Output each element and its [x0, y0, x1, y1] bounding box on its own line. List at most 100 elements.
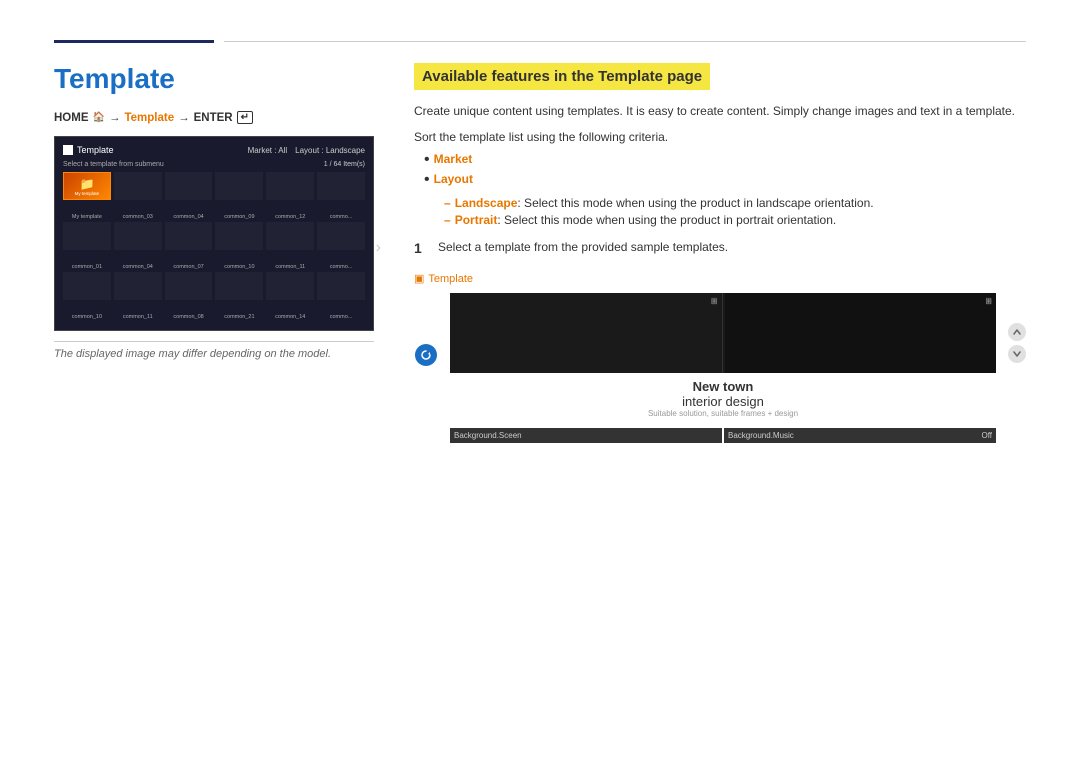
- template-item-r3-5[interactable]: [266, 272, 314, 300]
- label-common12: common_12: [266, 214, 314, 220]
- step-number-1: 1: [414, 240, 430, 256]
- screen-panel-right: ⊞: [725, 293, 997, 373]
- label-common04b: common_04: [114, 264, 162, 270]
- preview-small: Suitable solution, suitable frames + des…: [450, 409, 996, 418]
- preview-btn-background-screen[interactable]: Background.Sceen: [450, 428, 722, 443]
- label-common04: common_04: [165, 214, 213, 220]
- template-preview-icon: ▣: [414, 272, 424, 285]
- btn2-label: Background.Music: [728, 431, 794, 440]
- label-common11b: common_11: [114, 314, 162, 320]
- sub-label-portrait: Portrait: [455, 213, 498, 227]
- my-template-label: My template: [75, 191, 100, 196]
- sub-list: – Landscape: Select this mode when using…: [424, 196, 874, 230]
- label-common10b: common_10: [63, 314, 111, 320]
- chevron-up-icon: [1012, 327, 1022, 337]
- market-control[interactable]: Market : All: [248, 146, 288, 155]
- step-text-1: Select a template from the provided samp…: [438, 240, 728, 254]
- template-count: 1 / 64 Item(s): [324, 161, 365, 168]
- template-item-3[interactable]: [165, 172, 213, 200]
- breadcrumb-arrow2: →: [178, 112, 190, 124]
- template-item-4[interactable]: [215, 172, 263, 200]
- label-common-x2: commo...: [317, 264, 365, 270]
- template-item-r3-1[interactable]: [63, 272, 111, 300]
- label-common01: common_01: [63, 264, 111, 270]
- home-icon: 🏠: [93, 112, 105, 123]
- preview-screen: ⊞ ⊞: [450, 293, 996, 373]
- sub-bullet-portrait: –: [444, 213, 451, 227]
- template-grid-row1: 📁 My template: [63, 172, 365, 200]
- template-ui-title: Template: [77, 145, 114, 155]
- nav-left[interactable]: [414, 343, 438, 367]
- btn1-label: Background.Sceen: [454, 431, 522, 440]
- label-common07: common_07: [165, 264, 213, 270]
- sub-bullet-landscape: –: [444, 196, 451, 210]
- label-common21: common_21: [215, 314, 263, 320]
- template-item-r2-4[interactable]: [215, 222, 263, 250]
- note-text: The displayed image may differ depending…: [54, 348, 374, 360]
- template-item-r2-5[interactable]: [266, 222, 314, 250]
- breadcrumb-home: HOME: [54, 112, 89, 124]
- folder-icon: 📁: [79, 177, 94, 191]
- template-logo-icon: [63, 145, 73, 155]
- preview-text-area: New town interior design Suitable soluti…: [450, 373, 996, 424]
- sub-item-landscape: – Landscape: Select this mode when using…: [444, 196, 874, 210]
- template-ui-logo: Template: [63, 145, 114, 155]
- page-title: Template: [54, 63, 374, 95]
- refresh-icon: [421, 350, 431, 360]
- btn2-value: Off: [981, 431, 992, 440]
- sort-description: Sort the template list using the followi…: [414, 130, 1026, 144]
- nav-up-button[interactable]: [1008, 323, 1026, 341]
- template-preview-label: ▣ Template: [414, 272, 1026, 285]
- template-item-my[interactable]: 📁 My template: [63, 172, 111, 200]
- feature-title: Available features in the Template page: [414, 63, 710, 90]
- top-line-accent: [54, 40, 214, 43]
- template-item-r2-2[interactable]: [114, 222, 162, 250]
- preview-buttons: Background.Sceen Background.Music Off: [450, 428, 996, 443]
- nav-left-circle[interactable]: [415, 344, 437, 366]
- sub-label-landscape: Landscape: [455, 196, 518, 210]
- left-panel: Template HOME 🏠 → Template → ENTER ↵ Tem…: [54, 63, 374, 443]
- label-common-x3: commo...: [317, 314, 365, 320]
- sub-text-landscape: : Select this mode when using the produc…: [517, 196, 873, 210]
- bullet-dot-layout: •: [424, 172, 430, 188]
- template-item-r3-4[interactable]: [215, 272, 263, 300]
- bullet-dot-market: •: [424, 152, 430, 168]
- label-my-template: My template: [63, 214, 111, 220]
- breadcrumb-arrow1: →: [109, 112, 121, 124]
- divider: [54, 341, 374, 342]
- template-item-r3-6[interactable]: [317, 272, 365, 300]
- label-common10: common_10: [215, 264, 263, 270]
- enter-icon: ↵: [237, 111, 253, 124]
- bullet-market: • Market: [424, 152, 1026, 168]
- bullet-label-layout: Layout: [434, 172, 473, 186]
- template-item-r3-2[interactable]: [114, 272, 162, 300]
- template-item-r2-3[interactable]: [165, 222, 213, 250]
- sub-item-portrait: – Portrait: Select this mode when using …: [444, 213, 874, 227]
- label-common03: common_03: [114, 214, 162, 220]
- chevron-right-icon[interactable]: ›: [376, 239, 381, 257]
- step-1: 1 Select a template from the provided sa…: [414, 240, 1026, 256]
- layout-control[interactable]: Layout : Landscape: [295, 146, 365, 155]
- preview-main: ⊞ ⊞ New town interior design Suitable so…: [450, 293, 996, 443]
- template-ui-controls: Market : All Layout : Landscape: [248, 146, 365, 155]
- template-item-5[interactable]: [266, 172, 314, 200]
- template-item-r3-3[interactable]: [165, 272, 213, 300]
- bullet-label-market: Market: [434, 152, 473, 166]
- preview-btn-background-music[interactable]: Background.Music Off: [724, 428, 996, 443]
- template-item-r2-1[interactable]: [63, 222, 111, 250]
- nav-down-button[interactable]: [1008, 345, 1026, 363]
- template-item-r2-6[interactable]: [317, 222, 365, 250]
- preview-title2: interior design: [450, 394, 996, 409]
- template-grid-row2: [63, 222, 365, 250]
- template-item-2[interactable]: [114, 172, 162, 200]
- sub-text-portrait: : Select this mode when using the produc…: [497, 213, 836, 227]
- nav-right-buttons: [1008, 323, 1026, 363]
- label-common09: common_09: [215, 214, 263, 220]
- bullet-list: • Market • Layout – Landscape: Select th…: [414, 152, 1026, 230]
- label-common14: common_14: [266, 314, 314, 320]
- breadcrumb-enter: ENTER: [194, 112, 233, 124]
- preview-title1: New town: [450, 379, 996, 394]
- screen-panel-left: ⊞: [450, 293, 723, 373]
- top-line-divider: [224, 41, 1026, 42]
- template-item-6[interactable]: [317, 172, 365, 200]
